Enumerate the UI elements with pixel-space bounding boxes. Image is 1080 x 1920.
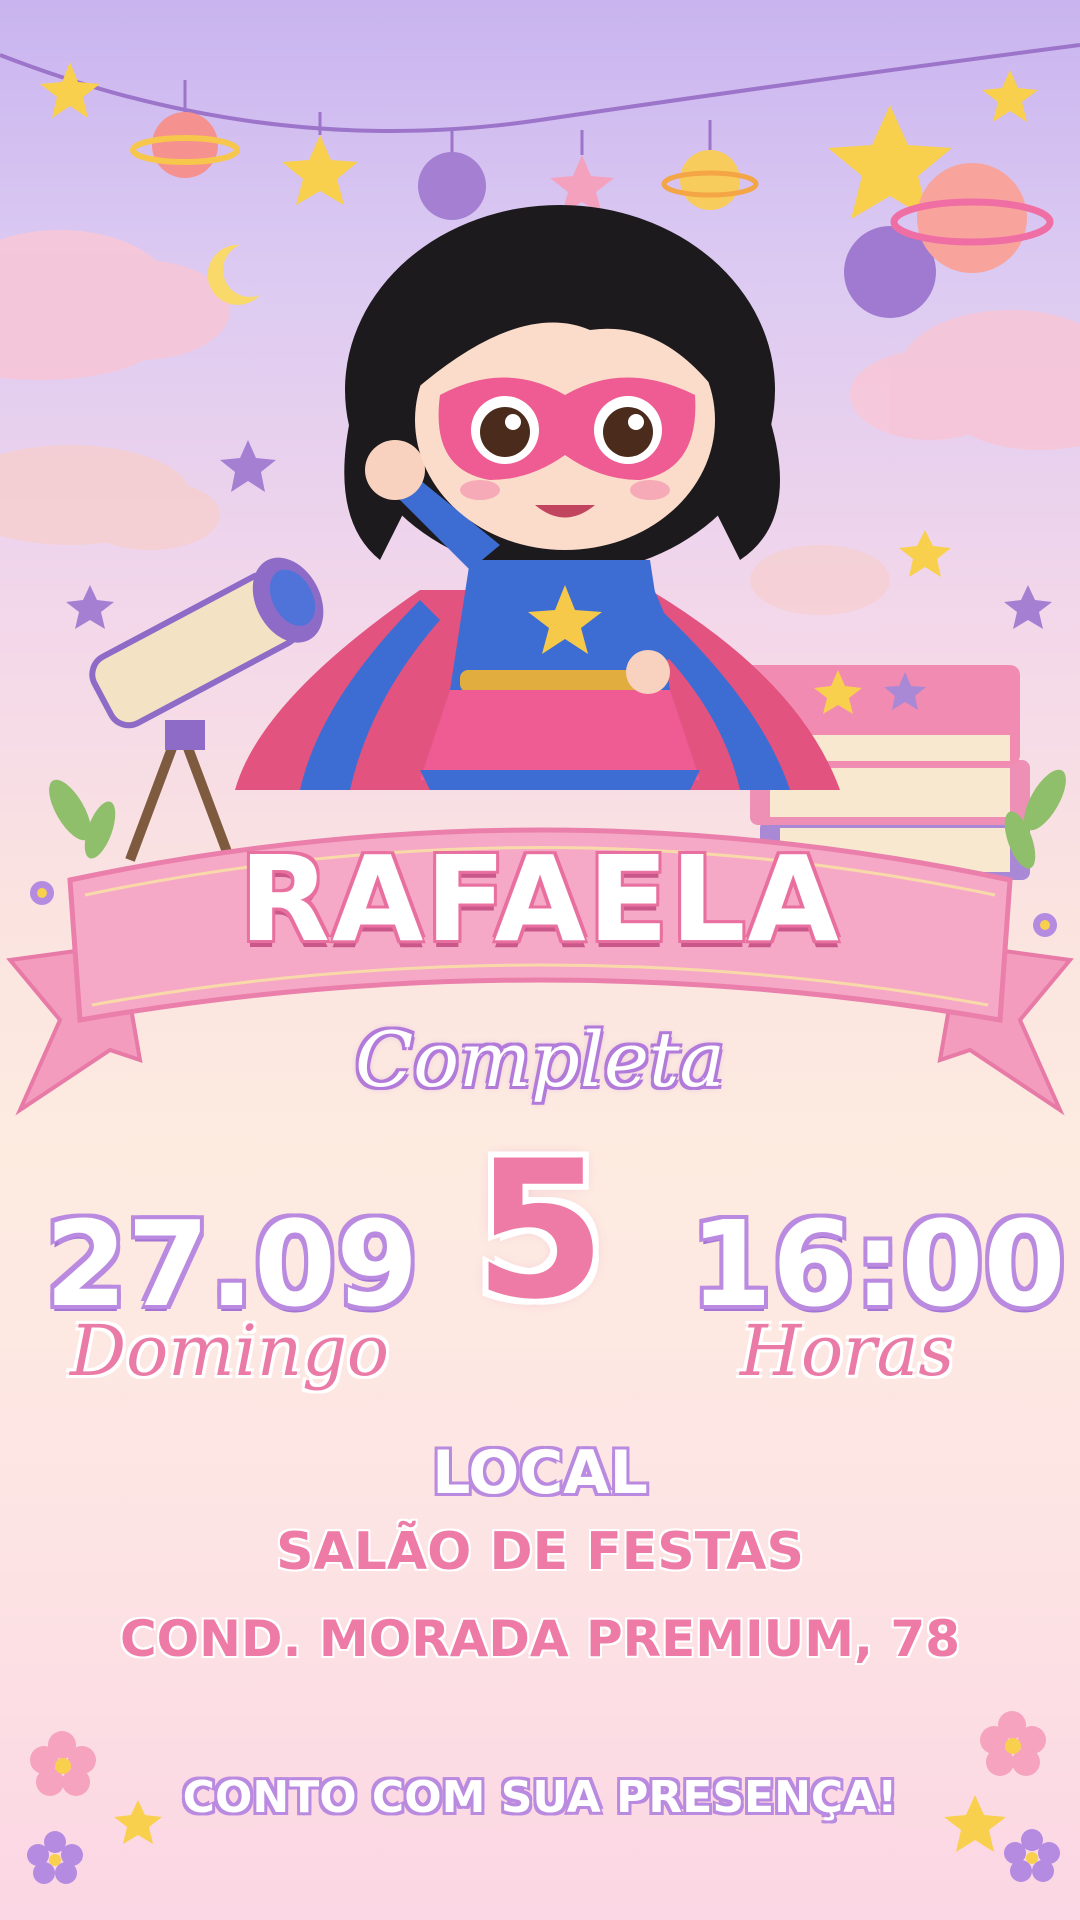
planet-icon — [661, 120, 759, 210]
venue-address: COND. MORADA PREMIUM, 78 — [119, 1610, 960, 1668]
star-icon — [550, 130, 614, 214]
event-weekday: Domingo — [70, 1310, 390, 1392]
planet-icon — [130, 80, 240, 178]
cloud-right — [850, 310, 1080, 450]
superhero-girl — [235, 205, 840, 790]
local-heading: LOCAL — [432, 1438, 648, 1508]
cloud-mid-right — [750, 545, 890, 615]
time-label: Horas — [740, 1310, 955, 1392]
bunting-garland — [0, 43, 1080, 133]
planet-icon — [418, 128, 486, 220]
completa-label: Completa — [355, 1015, 725, 1104]
cloud-left — [0, 230, 230, 380]
child-name: RAFAELA — [239, 830, 841, 968]
invitation-card: RAFAELA Completa 5 27.09 Domingo 16:00 H… — [0, 0, 1080, 1920]
venue-name: SALÃO DE FESTAS — [276, 1522, 804, 1582]
rsvp-message: CONTO COM SUA PRESENÇA! — [182, 1772, 898, 1823]
cloud-left-low — [0, 445, 220, 550]
